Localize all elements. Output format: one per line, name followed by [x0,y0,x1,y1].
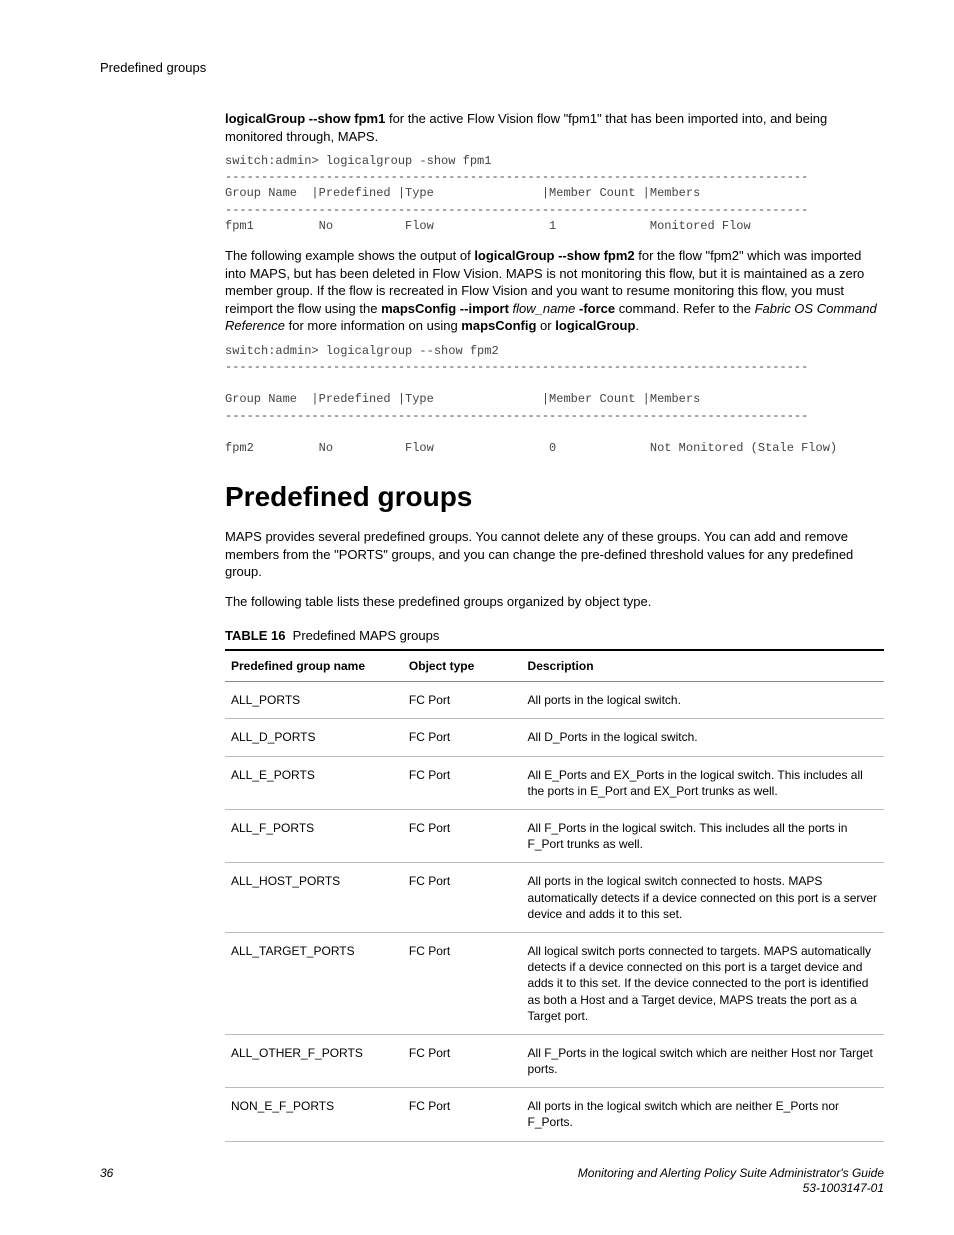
cell-name: ALL_HOST_PORTS [225,863,403,933]
cell-name: ALL_F_PORTS [225,810,403,863]
intro-paragraph-2: The following example shows the output o… [225,247,884,335]
table-row: ALL_TARGET_PORTS FC Port All logical swi… [225,932,884,1034]
footer-guide: Monitoring and Alerting Policy Suite Adm… [578,1166,884,1197]
section-paragraph-2: The following table lists these predefin… [225,593,884,611]
table-caption: TABLE 16 Predefined MAPS groups [225,628,884,643]
page-footer: 36 Monitoring and Alerting Policy Suite … [100,1166,884,1197]
code-block-1: switch:admin> logicalgroup -show fpm1 --… [225,153,884,234]
cell-name: ALL_D_PORTS [225,719,403,756]
th-desc: Description [522,650,884,682]
guide-title: Monitoring and Alerting Policy Suite Adm… [578,1166,884,1180]
th-name: Predefined group name [225,650,403,682]
table-row: ALL_F_PORTS FC Port All F_Ports in the l… [225,810,884,863]
section-heading: Predefined groups [225,481,884,513]
table-label: TABLE 16 [225,628,285,643]
cell-type: FC Port [403,863,522,933]
doc-id: 53-1003147-01 [803,1181,884,1195]
table-row: ALL_HOST_PORTS FC Port All ports in the … [225,863,884,933]
cell-desc: All ports in the logical switch connecte… [522,863,884,933]
cell-desc: All ports in the logical switch which ar… [522,1088,884,1141]
intro-paragraph-1: logicalGroup --show fpm1 for the active … [225,110,884,145]
cell-name: ALL_E_PORTS [225,756,403,809]
table-row: ALL_OTHER_F_PORTS FC Port All F_Ports in… [225,1034,884,1087]
table-row: ALL_E_PORTS FC Port All E_Ports and EX_P… [225,756,884,809]
cell-desc: All F_Ports in the logical switch which … [522,1034,884,1087]
cell-desc: All logical switch ports connected to ta… [522,932,884,1034]
cell-desc: All ports in the logical switch. [522,682,884,719]
predefined-groups-table: Predefined group name Object type Descri… [225,649,884,1141]
cell-name: NON_E_F_PORTS [225,1088,403,1141]
code-block-2: switch:admin> logicalgroup --show fpm2 -… [225,343,884,456]
table-row: NON_E_F_PORTS FC Port All ports in the l… [225,1088,884,1141]
cmd-text: logicalGroup --show fpm1 [225,111,385,126]
cell-type: FC Port [403,1034,522,1087]
cell-type: FC Port [403,932,522,1034]
cell-type: FC Port [403,1088,522,1141]
cell-name: ALL_TARGET_PORTS [225,932,403,1034]
th-type: Object type [403,650,522,682]
page-header: Predefined groups [100,60,884,75]
cell-type: FC Port [403,810,522,863]
page-number: 36 [100,1166,113,1180]
table-row: ALL_D_PORTS FC Port All D_Ports in the l… [225,719,884,756]
cell-desc: All F_Ports in the logical switch. This … [522,810,884,863]
cell-desc: All D_Ports in the logical switch. [522,719,884,756]
table-row: ALL_PORTS FC Port All ports in the logic… [225,682,884,719]
cell-type: FC Port [403,756,522,809]
table-title: Predefined MAPS groups [293,628,440,643]
section-paragraph-1: MAPS provides several predefined groups.… [225,528,884,581]
cell-desc: All E_Ports and EX_Ports in the logical … [522,756,884,809]
cell-name: ALL_OTHER_F_PORTS [225,1034,403,1087]
cell-type: FC Port [403,719,522,756]
cell-type: FC Port [403,682,522,719]
cell-name: ALL_PORTS [225,682,403,719]
